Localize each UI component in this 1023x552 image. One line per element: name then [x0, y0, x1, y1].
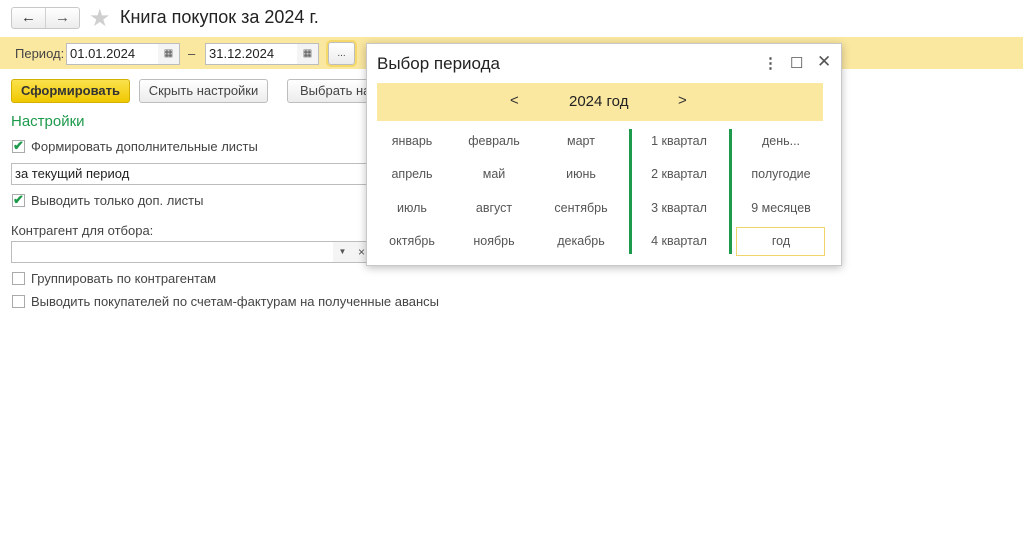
period-dash: – — [188, 46, 196, 61]
favorite-star-icon[interactable]: ★ — [89, 4, 111, 33]
only-extra-label: Выводить только доп. листы — [31, 193, 204, 208]
month-9[interactable]: сентябрь — [541, 201, 621, 215]
hide-settings-button[interactable]: Скрыть настройки — [139, 79, 268, 103]
group-by-label: Группировать по контрагентам — [31, 271, 217, 286]
dropdown-icon[interactable]: ▼ — [333, 241, 353, 263]
quarter-3[interactable]: 3 квартал — [639, 201, 719, 215]
page-title: Книга покупок за 2024 г. — [120, 7, 319, 27]
only-extra-checkbox[interactable]: ✔ — [12, 193, 25, 207]
counterparty-input[interactable] — [11, 241, 334, 263]
divider — [629, 129, 632, 254]
calendar-icon[interactable]: ▦ — [297, 43, 319, 65]
month-8[interactable]: август — [454, 201, 534, 215]
calendar-icon[interactable]: ▦ — [158, 43, 180, 65]
next-year-button[interactable]: > — [678, 92, 687, 109]
advances-checkbox[interactable] — [12, 295, 25, 308]
month-4[interactable]: апрель — [372, 167, 452, 181]
month-2[interactable]: февраль — [454, 134, 534, 148]
maximize-icon[interactable]: ☐ — [790, 54, 803, 72]
back-button[interactable]: ← — [12, 8, 46, 28]
month-7[interactable]: июль — [372, 201, 452, 215]
period-from-input[interactable]: 01.01.2024 — [66, 43, 159, 65]
selected-period-highlight — [736, 227, 825, 256]
period-option[interactable]: 9 месяцев — [741, 201, 821, 215]
extra-sheets-label: Формировать дополнительные листы — [31, 139, 258, 154]
forward-button[interactable]: → — [46, 8, 79, 28]
year-label: 2024 год — [569, 93, 629, 110]
counterparty-label: Контрагент для отбора: — [11, 223, 154, 238]
month-5[interactable]: май — [454, 167, 534, 181]
extra-sheets-checkbox[interactable]: ✔ — [12, 139, 25, 153]
month-11[interactable]: ноябрь — [454, 234, 534, 248]
month-3[interactable]: март — [541, 134, 621, 148]
quarter-4[interactable]: 4 квартал — [639, 234, 719, 248]
period-option[interactable]: полугодие — [741, 167, 821, 181]
choose-period-button[interactable]: ... — [326, 40, 357, 67]
prev-year-button[interactable]: < — [510, 92, 519, 109]
quarter-1[interactable]: 1 квартал — [639, 134, 719, 148]
divider — [729, 129, 732, 254]
month-6[interactable]: июнь — [541, 167, 621, 181]
quarter-2[interactable]: 2 квартал — [639, 167, 719, 181]
close-icon[interactable]: ✕ — [817, 52, 831, 72]
settings-heading: Настройки — [11, 113, 85, 130]
group-by-checkbox[interactable] — [12, 272, 25, 285]
month-1[interactable]: январь — [372, 134, 452, 148]
nav-buttons: ← → — [11, 7, 80, 29]
period-to-input[interactable]: 31.12.2024 — [205, 43, 298, 65]
month-12[interactable]: декабрь — [541, 234, 621, 248]
extra-period-field[interactable]: за текущий период — [11, 163, 371, 185]
period-label: Период: — [15, 46, 65, 61]
month-10[interactable]: октябрь — [372, 234, 452, 248]
generate-button[interactable]: Сформировать — [11, 79, 130, 103]
period-picker-dialog: Выбор периода ⋮ ☐ ✕ < 2024 год > январь ф… — [366, 43, 842, 266]
period-option[interactable]: день... — [741, 134, 821, 148]
advances-label: Выводить покупателей по счетам-фактурам … — [31, 294, 440, 309]
dialog-title: Выбор периода — [377, 54, 500, 73]
year-bar: < 2024 год > — [377, 83, 823, 121]
more-menu-icon[interactable]: ⋮ — [763, 54, 778, 72]
